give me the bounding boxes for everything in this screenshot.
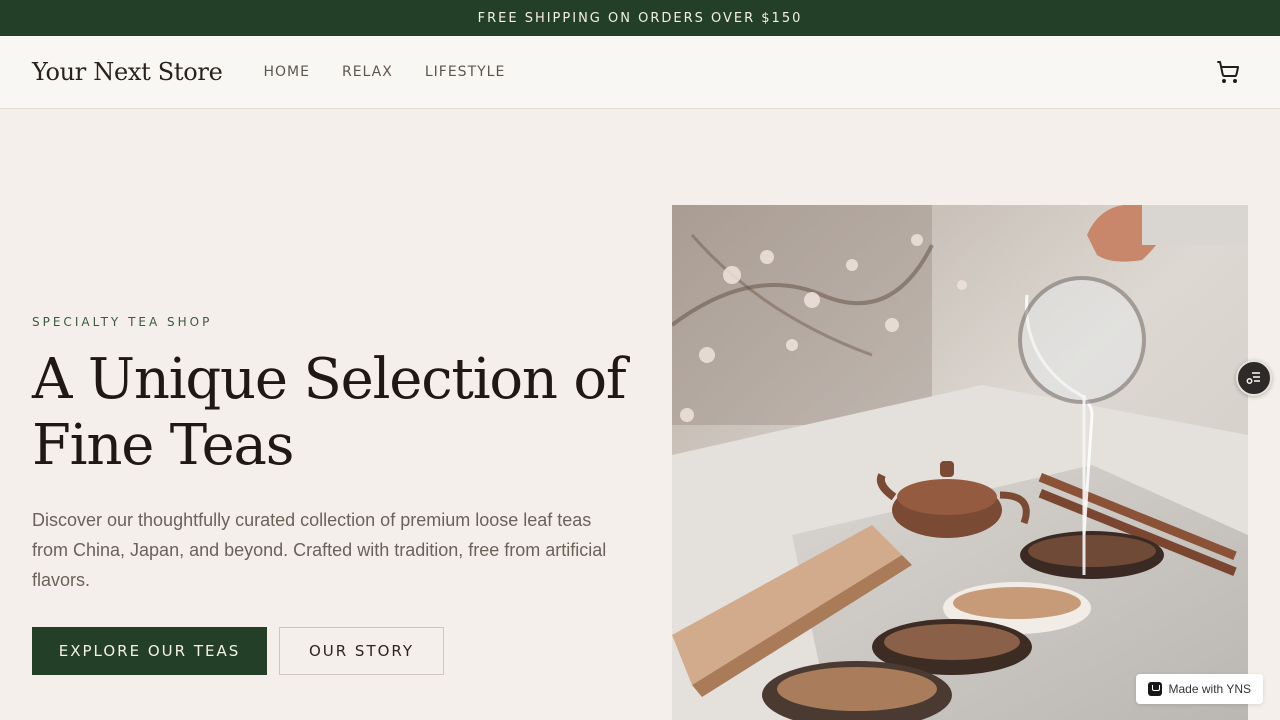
announcement-text: FREE SHIPPING ON ORDERS OVER $150 xyxy=(477,10,803,26)
explore-teas-button[interactable]: EXPLORE OUR TEAS xyxy=(32,627,267,675)
nav-item-lifestyle[interactable]: LIFESTYLE xyxy=(425,64,505,80)
hero-title-line1: A Unique Selection of xyxy=(32,347,627,412)
nav-item-relax[interactable]: RELAX xyxy=(342,64,393,80)
site-header: Your Next Store HOME RELAX LIFESTYLE xyxy=(0,36,1280,109)
hero-description: Discover our thoughtfully curated collec… xyxy=(32,510,607,590)
main-nav: HOME RELAX LIFESTYLE xyxy=(264,64,506,80)
hero-title-line2: Fine Teas xyxy=(32,413,294,478)
hero-section: SPECIALTY TEA SHOP A Unique Selection of… xyxy=(0,109,1280,720)
hero-buttons: EXPLORE OUR TEAS OUR STORY xyxy=(32,627,632,675)
store-logo[interactable]: Your Next Store xyxy=(32,58,223,86)
cart-icon[interactable] xyxy=(1216,60,1240,84)
our-story-button[interactable]: OUR STORY xyxy=(279,627,444,675)
hero-title: A Unique Selection of Fine Teas xyxy=(32,347,632,479)
made-with-yns-badge[interactable]: Made with YNS xyxy=(1135,674,1263,704)
nav-item-home[interactable]: HOME xyxy=(264,64,310,80)
tea-pouring-illustration xyxy=(672,205,1248,720)
settings-toggle-button[interactable] xyxy=(1236,360,1272,396)
hero-text: SPECIALTY TEA SHOP A Unique Selection of… xyxy=(32,315,632,675)
settings-toggle-icon xyxy=(1246,372,1260,384)
badge-label: Made with YNS xyxy=(1168,682,1251,696)
yns-logo-icon xyxy=(1147,682,1162,696)
hero-eyebrow: SPECIALTY TEA SHOP xyxy=(32,315,213,329)
announcement-bar: FREE SHIPPING ON ORDERS OVER $150 xyxy=(0,0,1280,36)
hero-image xyxy=(672,205,1248,720)
